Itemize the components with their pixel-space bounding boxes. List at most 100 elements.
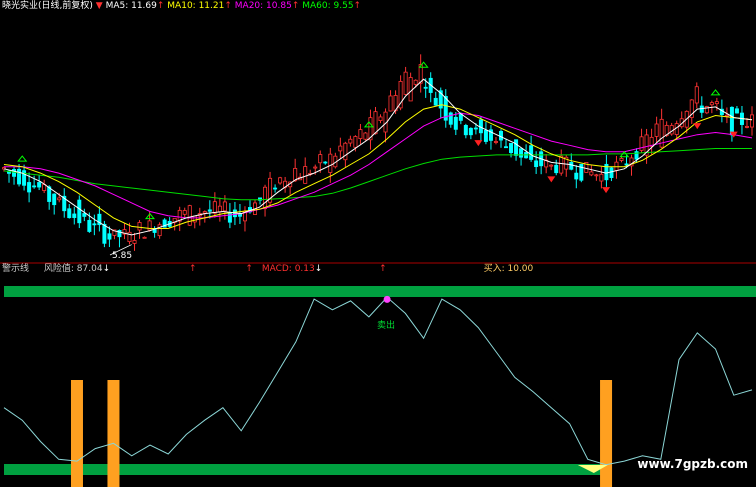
- down-candle: [52, 193, 57, 206]
- down-candle: [534, 160, 539, 168]
- down-candle: [87, 220, 92, 232]
- up-candle: [202, 211, 207, 214]
- down-candle: [609, 167, 614, 179]
- risk-label: 风险值: 87.04: [43, 264, 103, 274]
- ma10-label: MA10: 11.21: [167, 1, 225, 11]
- stock-title: 晓光实业(日线,前复权): [2, 1, 93, 11]
- down-candle: [509, 142, 514, 154]
- top-band: [4, 286, 756, 297]
- down-candle: [17, 168, 22, 185]
- up-candle: [343, 142, 348, 161]
- risk-arrow-icon: ↓: [102, 264, 111, 274]
- up-candle: [318, 154, 323, 164]
- up-candle: [654, 123, 659, 137]
- indicator-header: 警示线 风险值: 87.04↓ ↑ ↑ MACD: 0.13↓ ↑ 买入: 10…: [2, 264, 562, 275]
- up-candle: [348, 138, 353, 144]
- up-candle: [182, 210, 187, 215]
- up-candle: [373, 111, 378, 135]
- down-candle: [729, 106, 734, 136]
- up-candle: [744, 126, 749, 128]
- up-candle: [222, 201, 227, 212]
- ma5-label: MA5: 11.69: [105, 1, 157, 11]
- price-header: 晓光实业(日线,前复权) ▼ MA5: 11.69↑ MA10: 11.21↑ …: [2, 1, 462, 12]
- down-candle: [574, 172, 579, 180]
- up-candle: [353, 136, 358, 148]
- up-candle: [594, 174, 599, 177]
- up-candle: [669, 125, 674, 135]
- down-candle: [323, 161, 328, 164]
- ma10-arrow: ↑: [224, 1, 232, 11]
- ma20-arrow: ↑: [291, 1, 300, 11]
- up-candle: [132, 240, 137, 244]
- up-candle: [408, 77, 413, 102]
- ma60-label: MA60: 9.55: [302, 1, 354, 11]
- sell-marker-icon: [547, 176, 556, 183]
- down-candle: [423, 86, 428, 89]
- down-candle: [27, 182, 32, 193]
- down-candle: [92, 223, 97, 226]
- sell-signal-dot: [383, 295, 391, 303]
- buy-marker-icon: [17, 155, 28, 162]
- bottom-band: [4, 464, 610, 475]
- sell-marker-icon: [693, 123, 702, 130]
- down-candle: [102, 223, 107, 244]
- up-candle: [714, 101, 719, 105]
- up-candle: [303, 166, 308, 184]
- down-candle: [77, 199, 82, 224]
- up-candle: [388, 95, 393, 112]
- down-candle: [468, 127, 473, 136]
- up-candle: [358, 129, 363, 139]
- up-candle: [212, 201, 217, 214]
- down-candle: [37, 182, 42, 188]
- up-candle: [142, 236, 147, 239]
- ma5-arrow: ↑: [156, 1, 165, 11]
- up-candle: [694, 86, 699, 104]
- up-candle: [328, 153, 333, 173]
- down-candle: [514, 139, 519, 156]
- up-candle: [313, 166, 318, 169]
- up-candle: [724, 114, 729, 117]
- sell-marker-icon: [602, 187, 611, 194]
- down-arrow-icon: ▼: [95, 1, 103, 11]
- macd-label: MACD: 0.13: [261, 264, 315, 274]
- up-arrow-icon: ↑: [245, 264, 253, 274]
- down-candle: [107, 233, 112, 240]
- down-candle: [72, 213, 77, 218]
- down-candle: [67, 208, 72, 219]
- up-candle: [338, 145, 343, 152]
- up-candle: [589, 171, 594, 176]
- down-candle: [448, 112, 453, 125]
- macd-arrow-icon: ↓: [314, 264, 323, 274]
- up-candle: [750, 114, 755, 128]
- down-candle: [483, 129, 488, 142]
- up-candle: [413, 79, 418, 85]
- up-candle: [278, 177, 283, 184]
- down-candle: [734, 108, 739, 114]
- watermark: www.7gpzb.com: [637, 457, 748, 471]
- indicator-title: 警示线: [2, 264, 30, 274]
- up-arrow-icon: ↑: [379, 264, 387, 274]
- buy-marker-icon: [710, 89, 721, 96]
- down-candle: [463, 125, 468, 136]
- ma5-line: [3, 78, 753, 236]
- down-candle: [273, 187, 278, 190]
- up-candle: [619, 157, 624, 161]
- up-candle: [403, 71, 408, 95]
- up-candle: [57, 197, 62, 201]
- up-candle: [559, 155, 564, 174]
- up-candle: [599, 173, 604, 182]
- ma60-line: [3, 148, 752, 201]
- up-arrow-icon: ↑: [188, 264, 197, 274]
- buy-label: 买入: 10.00: [483, 264, 534, 274]
- ma60-arrow: ↑: [353, 1, 362, 11]
- up-candle: [363, 132, 368, 140]
- warning-bar: [600, 380, 613, 487]
- down-candle: [453, 116, 458, 130]
- down-candle: [529, 145, 534, 160]
- warning-bar: [70, 380, 83, 487]
- down-candle: [32, 185, 37, 188]
- up-candle: [709, 102, 714, 106]
- down-candle: [504, 146, 509, 149]
- sell-signal-label: 卖出: [377, 319, 395, 331]
- down-candle: [207, 209, 212, 212]
